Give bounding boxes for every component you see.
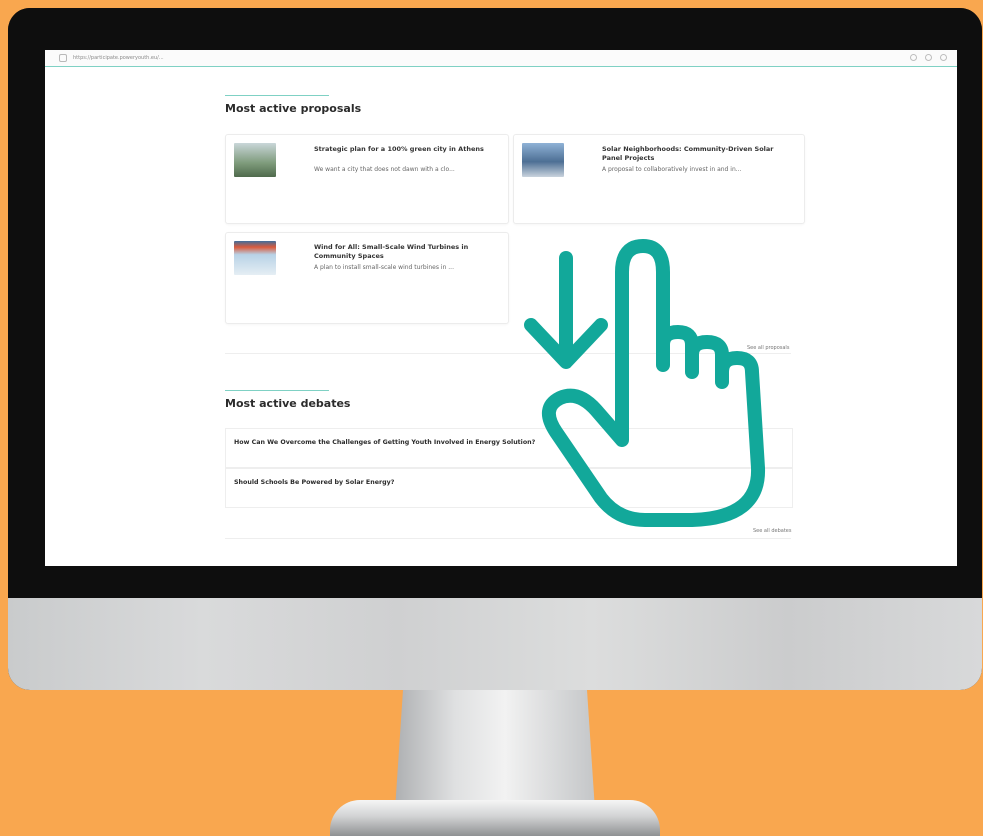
debate-item[interactable]: How Can We Overcome the Challenges of Ge… bbox=[225, 428, 793, 468]
section-divider bbox=[225, 538, 791, 539]
debate-title[interactable]: Should Schools Be Powered by Solar Energ… bbox=[234, 479, 394, 486]
proposal-title[interactable]: Wind for All: Small-Scale Wind Turbines … bbox=[314, 243, 504, 261]
proposal-thumbnail[interactable] bbox=[234, 143, 276, 177]
proposal-title[interactable]: Strategic plan for a 100% green city in … bbox=[314, 145, 504, 154]
section-divider bbox=[225, 353, 791, 354]
section-accent-rule bbox=[225, 390, 329, 391]
proposal-description: We want a city that does not dawn with a… bbox=[314, 166, 455, 173]
see-all-proposals-link[interactable]: See all proposals bbox=[747, 345, 789, 351]
proposal-thumbnail[interactable] bbox=[522, 143, 564, 177]
debate-item[interactable]: Should Schools Be Powered by Solar Energ… bbox=[225, 468, 793, 508]
proposal-card[interactable]: Strategic plan for a 100% green city in … bbox=[225, 134, 509, 224]
monitor-chin bbox=[8, 598, 982, 690]
lock-icon bbox=[59, 54, 67, 62]
address-bar[interactable]: https://participate.poweryouth.eu/... bbox=[45, 50, 957, 67]
share-icon[interactable] bbox=[925, 54, 932, 61]
profile-icon[interactable] bbox=[940, 54, 947, 61]
proposal-title[interactable]: Solar Neighborhoods: Community-Driven So… bbox=[602, 145, 792, 163]
url-text[interactable]: https://participate.poweryouth.eu/... bbox=[73, 55, 164, 61]
see-all-debates-link[interactable]: See all debates bbox=[753, 528, 791, 534]
proposal-card[interactable]: Solar Neighborhoods: Community-Driven So… bbox=[513, 134, 805, 224]
monitor-stand bbox=[395, 690, 595, 810]
proposal-description: A proposal to collaboratively invest in … bbox=[602, 166, 742, 173]
browser-screen: https://participate.poweryouth.eu/... Mo… bbox=[45, 50, 957, 566]
debates-section-title: Most active debates bbox=[225, 397, 351, 410]
proposal-thumbnail[interactable] bbox=[234, 241, 276, 275]
monitor-stand-base bbox=[330, 800, 660, 836]
section-accent-rule bbox=[225, 95, 329, 96]
proposals-section-title: Most active proposals bbox=[225, 102, 362, 115]
debate-title[interactable]: How Can We Overcome the Challenges of Ge… bbox=[234, 439, 535, 446]
zoom-icon[interactable] bbox=[910, 54, 917, 61]
proposal-card[interactable]: Wind for All: Small-Scale Wind Turbines … bbox=[225, 232, 509, 324]
proposal-description: A plan to install small-scale wind turbi… bbox=[314, 264, 455, 271]
browser-actions bbox=[910, 54, 947, 61]
monitor: https://participate.poweryouth.eu/... Mo… bbox=[8, 8, 982, 690]
